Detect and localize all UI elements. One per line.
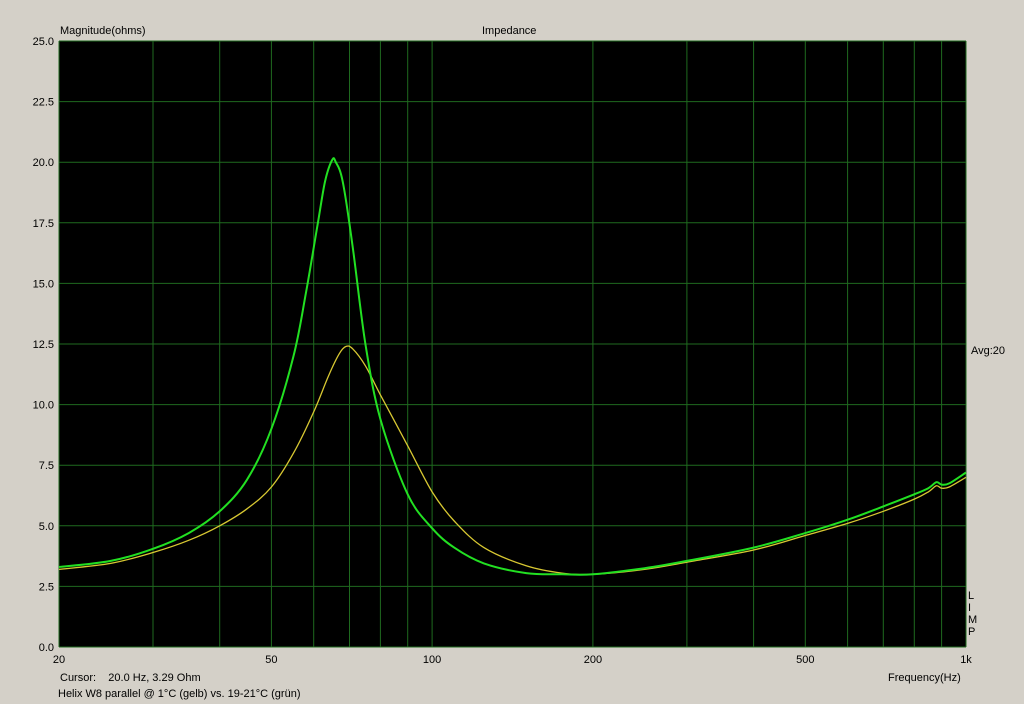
- y-tick-label: 0.0: [39, 642, 54, 654]
- x-axis-label: Frequency(Hz): [888, 672, 961, 684]
- y-axis-label: Magnitude(ohms): [60, 25, 146, 37]
- y-tick-label: 12.5: [33, 339, 54, 351]
- impedance-chart: 0.0 2.5 5.0 7.5 10.0 12.5 15.0 17.5 20.0 22.5 25.0…: [33, 36, 973, 666]
- side-letter-m: M: [968, 614, 978, 626]
- x-tick-label: 200: [584, 654, 602, 666]
- y-tick-label: 15.0: [33, 278, 54, 290]
- y-tick-label: 2.5: [39, 581, 54, 593]
- avg-indicator: Avg:20: [971, 345, 1006, 357]
- x-tick-label: 1k: [960, 654, 972, 666]
- side-mode-letters: L I M P: [968, 590, 978, 638]
- y-tick-label: 22.5: [33, 97, 54, 109]
- y-tick-label: 20.0: [33, 157, 54, 169]
- y-tick-label: 5.0: [39, 521, 54, 533]
- y-tick-label: 7.5: [39, 460, 54, 472]
- y-tick-label: 25.0: [33, 36, 54, 48]
- x-axis-ticks: 20 50 100 200 500 1k: [53, 654, 972, 666]
- x-tick-label: 50: [265, 654, 277, 666]
- y-axis-ticks: 0.0 2.5 5.0 7.5 10.0 12.5 15.0 17.5 20.0 22.5 25.0: [33, 36, 54, 654]
- measurement-description: Helix W8 parallel @ 1°C (gelb) vs. 19-21…: [58, 688, 301, 700]
- side-letter-p: P: [968, 626, 976, 638]
- side-letter-l: L: [968, 590, 975, 602]
- x-tick-label: 100: [423, 654, 441, 666]
- y-tick-label: 17.5: [33, 218, 54, 230]
- y-tick-label: 10.0: [33, 400, 54, 412]
- side-letter-i: I: [968, 602, 972, 614]
- x-tick-label: 20: [53, 654, 65, 666]
- cursor-readout: Cursor: 20.0 Hz, 3.29 Ohm: [60, 672, 201, 684]
- x-tick-label: 500: [796, 654, 814, 666]
- chart-title: Impedance: [482, 25, 537, 37]
